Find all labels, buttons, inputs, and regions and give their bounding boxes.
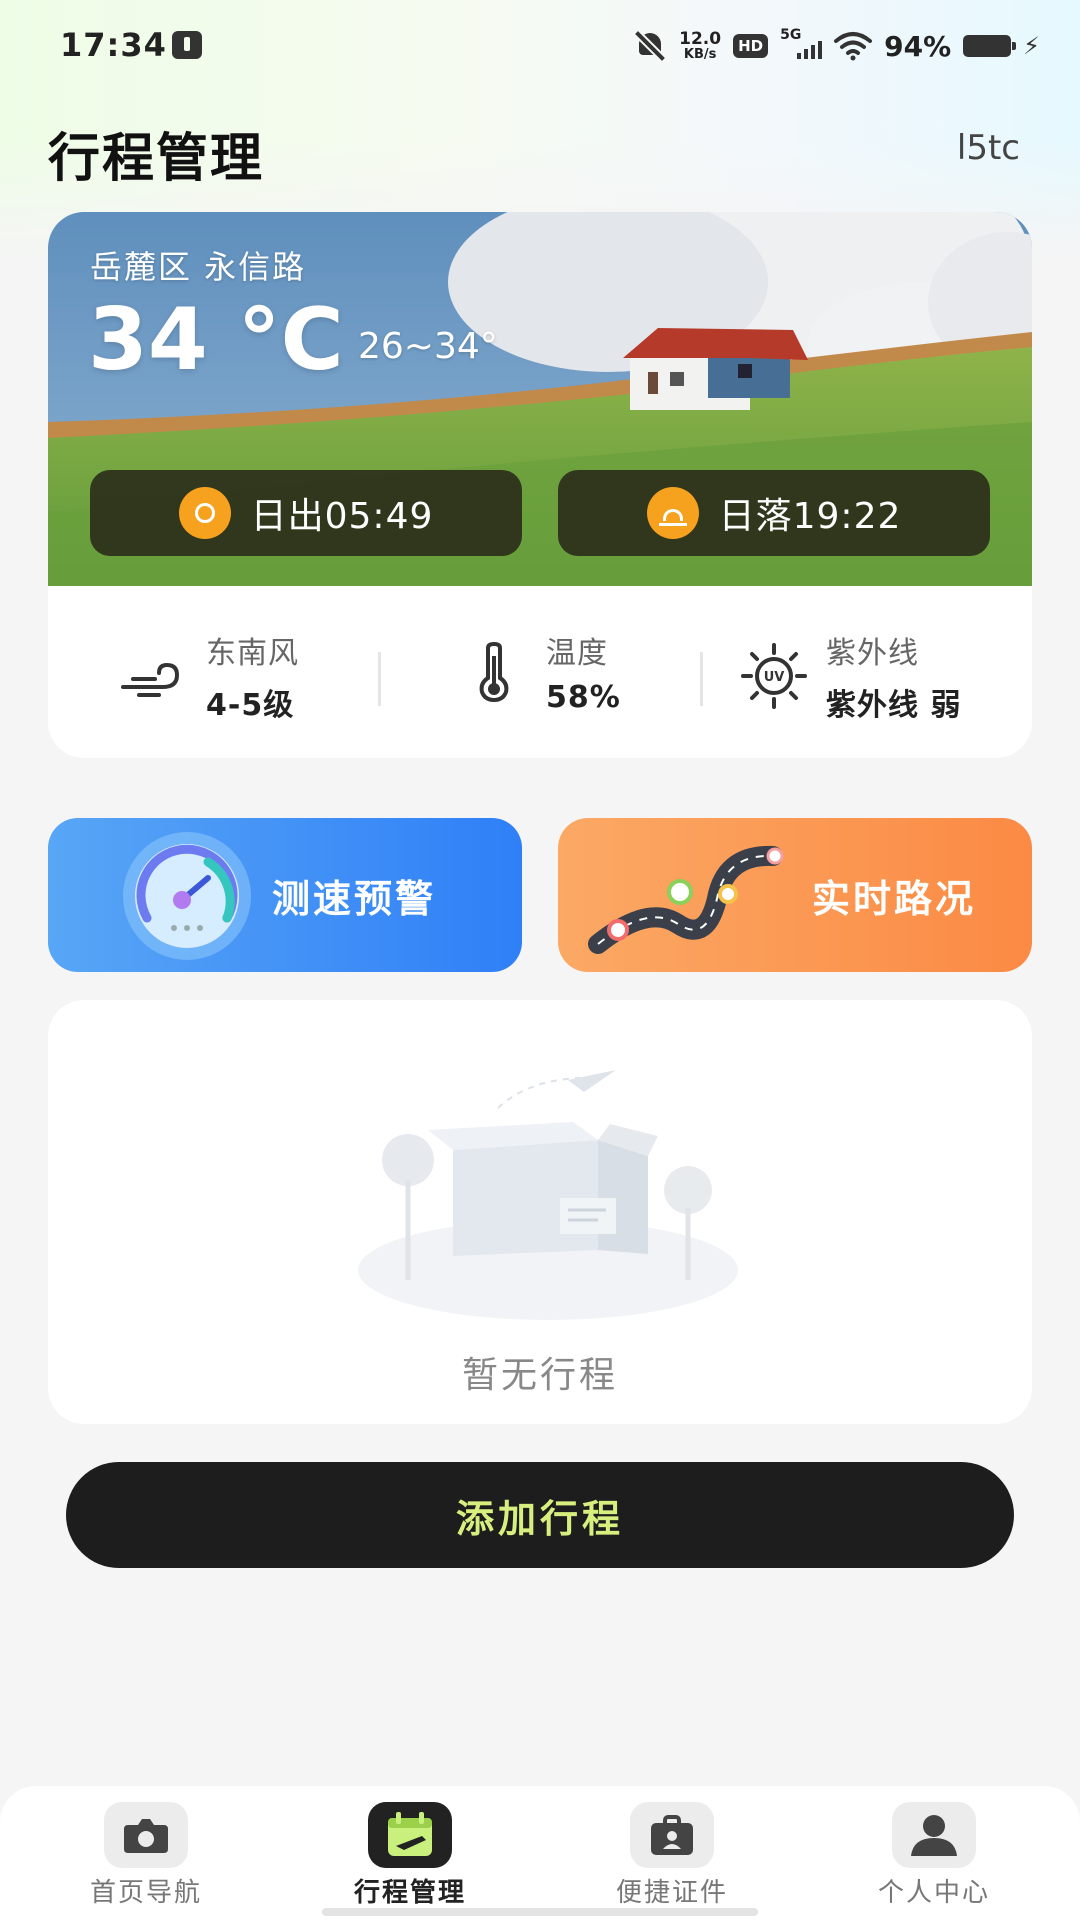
- sunrise-pill: 日出05:49: [90, 470, 522, 556]
- usb-icon: [172, 31, 202, 59]
- stat-divider: [378, 652, 381, 706]
- empty-trips-text: 暂无行程: [461, 1355, 618, 1396]
- bottom-navigation: 首页导航 行程管理 便捷证件 个人中心: [0, 1786, 1080, 1920]
- battery-percent: 94%: [884, 29, 952, 63]
- nav-documents-label: 便捷证件: [615, 1878, 728, 1908]
- network-speed-value: 12.0: [679, 29, 722, 49]
- uv-value: 紫外线 弱: [826, 688, 962, 723]
- uv-stat: UV 紫外线 紫外线 弱: [738, 628, 961, 724]
- sunset-pill: 日落19:22: [558, 470, 990, 556]
- nav-trips[interactable]: 行程管理: [310, 1802, 510, 1909]
- person-icon: [892, 1802, 976, 1868]
- humidity-label: 温度: [546, 636, 608, 671]
- humidity-value: 58%: [546, 680, 621, 715]
- calendar-plane-icon: [368, 1802, 452, 1868]
- weather-card: 岳麓区 永信路 34 °C 26~34° 日出05:49 日落19:22 东南风…: [48, 212, 1032, 758]
- empty-box-illustration: [358, 1070, 738, 1320]
- current-temperature: 34 °C: [88, 290, 344, 390]
- speed-warning-button[interactable]: 测速预警: [48, 818, 522, 972]
- add-trip-button[interactable]: 添加行程: [66, 1462, 1014, 1568]
- wifi-icon: [834, 32, 873, 61]
- uv-icon: UV: [741, 643, 807, 709]
- wind-stat: 东南风 4-5级: [118, 628, 299, 724]
- nav-home[interactable]: 首页导航: [46, 1802, 246, 1909]
- sunset-time: 日落19:22: [718, 496, 902, 537]
- live-traffic-label: 实时路况: [812, 877, 977, 921]
- location-label: 岳麓区 永信路: [90, 248, 307, 286]
- nav-home-label: 首页导航: [89, 1878, 202, 1908]
- page-title: 行程管理: [48, 129, 265, 189]
- weather-hero-image: 岳麓区 永信路 34 °C 26~34° 日出05:49 日落19:22: [48, 212, 1032, 586]
- header-code[interactable]: l5tc: [957, 128, 1020, 168]
- battery-icon: [963, 35, 1017, 57]
- trip-list-card: 暂无行程: [48, 1000, 1032, 1424]
- live-traffic-button[interactable]: 实时路况: [558, 818, 1032, 972]
- network-speed-unit: KB/s: [683, 47, 717, 62]
- uv-label: 紫外线: [826, 636, 919, 671]
- speedometer-icon: [123, 832, 251, 960]
- wind-icon: [121, 662, 180, 697]
- nav-trips-label: 行程管理: [353, 1878, 466, 1908]
- stat-divider: [700, 652, 703, 706]
- weather-stats: 东南风 4-5级 温度 58% UV 紫外线 紫外线 弱: [48, 586, 1032, 758]
- thermometer-icon: [479, 641, 509, 702]
- camera-icon: [104, 1802, 188, 1868]
- sunset-icon: [646, 487, 699, 539]
- id-badge-icon: [630, 1802, 714, 1868]
- charging-bolt-icon: ⚡: [1023, 32, 1040, 60]
- status-bar: 17:34 12.0 KB/s HD 5G 94% ⚡: [0, 0, 1080, 92]
- add-trip-label: 添加行程: [455, 1496, 624, 1541]
- nav-profile-label: 个人中心: [877, 1878, 990, 1908]
- nav-documents[interactable]: 便捷证件: [572, 1802, 772, 1909]
- wind-label: 东南风: [206, 636, 299, 671]
- temperature-range: 26~34°: [358, 326, 498, 367]
- speed-warning-label: 测速预警: [272, 877, 437, 921]
- home-indicator[interactable]: [322, 1908, 758, 1916]
- wind-value: 4-5级: [206, 688, 295, 723]
- cellular-signal-icon: 5G: [780, 27, 823, 61]
- status-icons: 12.0 KB/s HD 5G 94% ⚡: [633, 26, 1040, 66]
- winding-road-icon: [588, 845, 784, 954]
- hd-badge: HD: [733, 34, 769, 58]
- sunrise-icon: [178, 487, 231, 539]
- svg-text:UV: UV: [764, 670, 785, 685]
- sunrise-time: 日出05:49: [250, 496, 434, 537]
- mute-icon: [633, 29, 667, 63]
- status-time: 17:34: [60, 26, 167, 64]
- humidity-stat: 温度 58%: [458, 628, 621, 715]
- network-speed: 12.0 KB/s: [679, 29, 722, 62]
- nav-profile[interactable]: 个人中心: [834, 1802, 1034, 1909]
